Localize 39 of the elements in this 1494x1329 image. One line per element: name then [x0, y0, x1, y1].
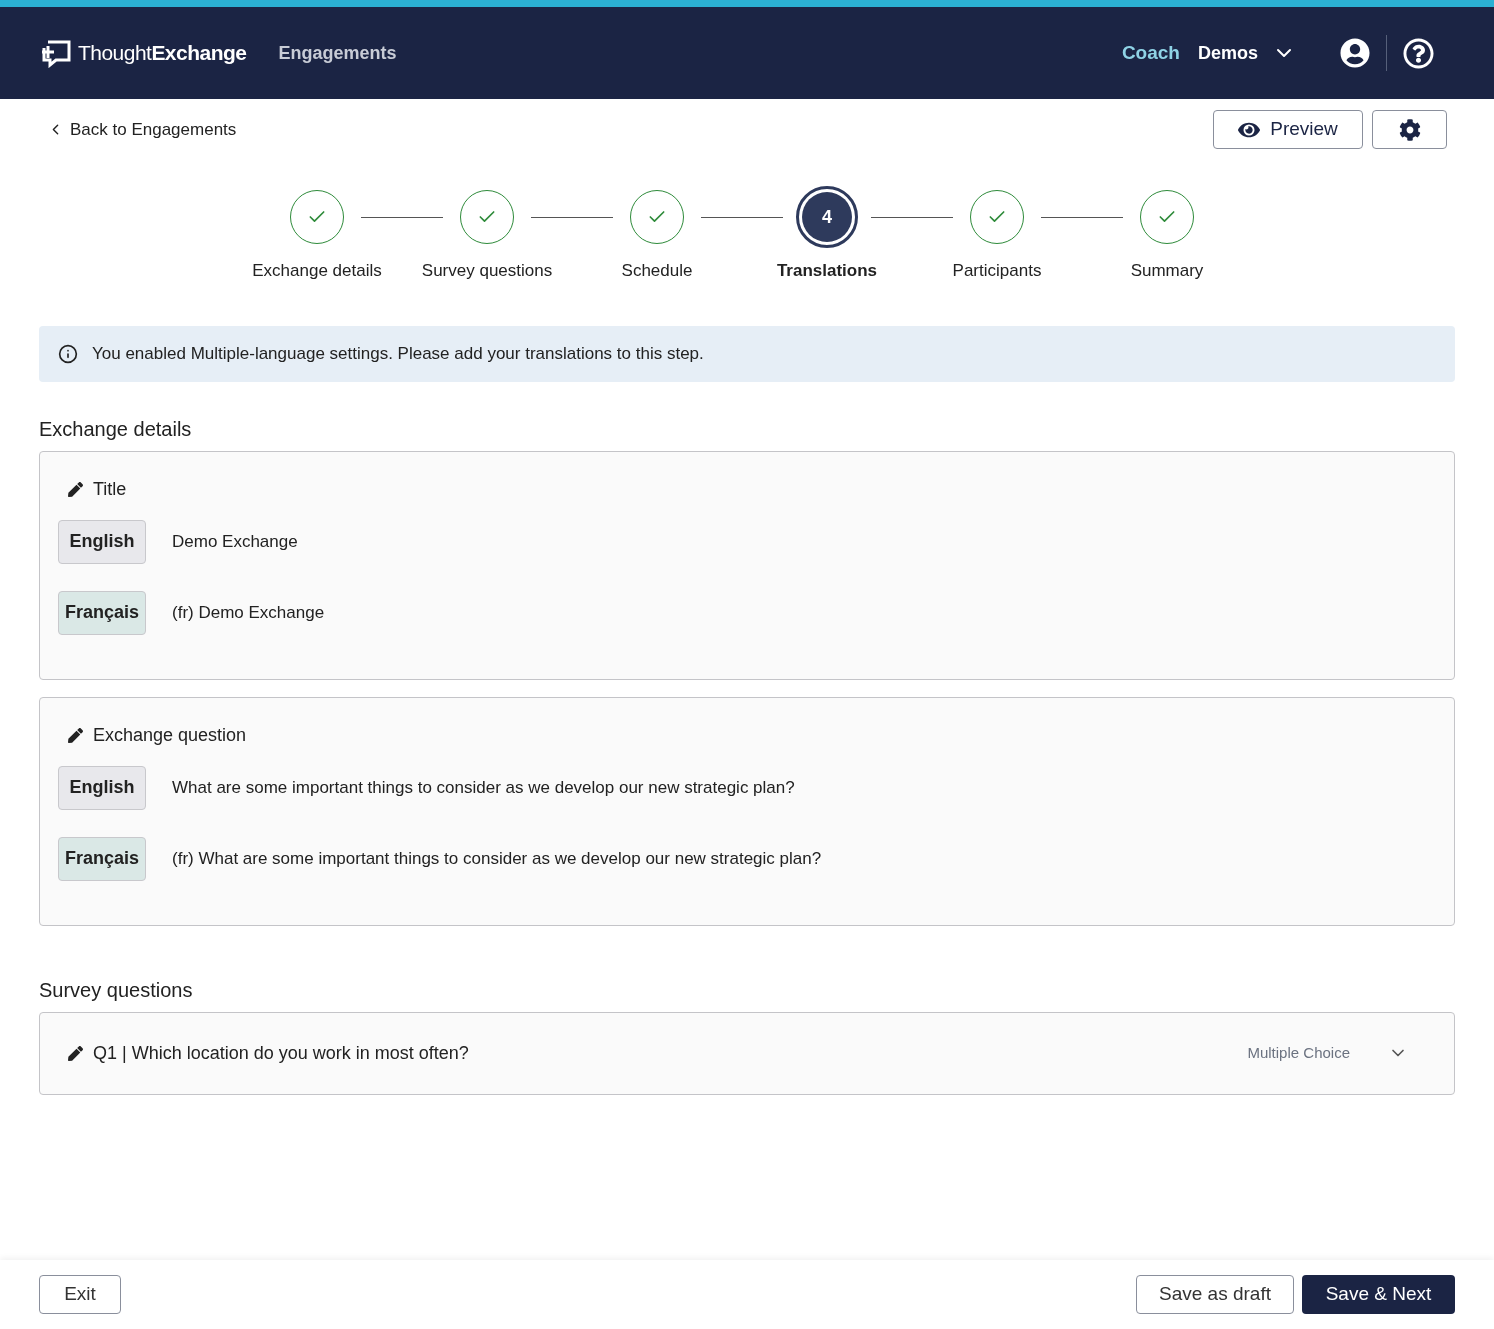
pencil-icon [68, 1045, 83, 1061]
info-icon [58, 343, 78, 364]
step-label: Survey questions [421, 260, 553, 282]
language-tag: Français [58, 836, 146, 881]
question-type: Multiple Choice [1247, 1042, 1350, 1063]
engagements-link[interactable]: Engagements [278, 39, 397, 67]
save-draft-button[interactable]: Save as draft [1136, 1275, 1294, 1314]
brand-name: ThoughtExchange [78, 40, 247, 67]
language-tag: Français [58, 590, 146, 635]
save-next-button[interactable]: Save & Next [1302, 1275, 1455, 1314]
user-avatar-icon[interactable] [1340, 38, 1370, 68]
language-tag: English [58, 765, 146, 810]
pencil-icon [68, 481, 83, 497]
info-message: You enabled Multiple-language settings. Please add your translations to this step. [92, 342, 704, 365]
settings-icon [1398, 118, 1421, 141]
settings-button[interactable] [1372, 110, 1447, 149]
pencil-icon [68, 727, 83, 743]
step-label: Exchange details [252, 260, 382, 282]
translation-text: What are some important things to consider as we develop our new strategic plan? [172, 776, 795, 799]
card-title: Exchange question [93, 723, 247, 747]
logo-icon [40, 38, 72, 68]
card-title: Title [93, 477, 127, 501]
translation-text: (fr) Demo Exchange [172, 601, 325, 624]
help-icon[interactable] [1403, 37, 1434, 69]
step-label: Participants [952, 260, 1042, 282]
step-label: Summary [1130, 260, 1204, 282]
step-label: Translations [776, 260, 878, 282]
step-label: Schedule [621, 260, 693, 282]
card-title: Q1 | Which location do you work in most often? [93, 1041, 469, 1065]
language-tag: English [58, 519, 146, 564]
account-dropdown[interactable]: Demos [1197, 39, 1296, 67]
coach-link[interactable]: Coach [1121, 38, 1180, 68]
exit-button[interactable]: Exit [39, 1275, 121, 1314]
section-heading: Exchange details [39, 416, 193, 441]
translation-text: (fr) What are some important things to consider as we develop our new strategic plan? [172, 847, 822, 870]
section-heading: Survey questions [39, 977, 194, 1002]
back-link[interactable]: Back to Engagements [47, 116, 237, 143]
translation-text: Demo Exchange [172, 530, 298, 553]
preview-button[interactable]: Preview [1213, 110, 1363, 149]
